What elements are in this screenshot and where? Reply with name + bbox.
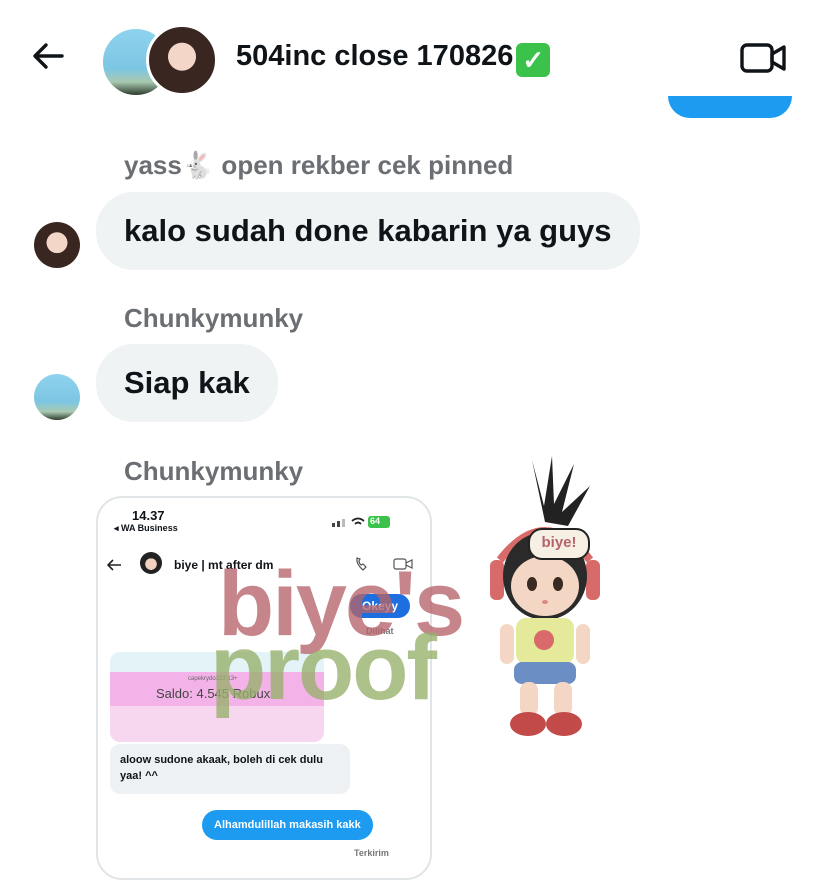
message-sender-name: Chunkymunky bbox=[124, 303, 304, 333]
reply-bubble: Alhamdulillah makasih kakk bbox=[202, 810, 373, 840]
received-message-bubble[interactable]: kalo sudah done kabarin ya guys bbox=[96, 192, 640, 270]
check-mark-emoji: ✓ bbox=[516, 43, 551, 77]
status-time: 14.37 bbox=[132, 508, 165, 523]
message-sender-name: yass🐇 open rekber cek pinned bbox=[124, 150, 514, 180]
message-sender-name: Chunkymunky bbox=[124, 456, 304, 486]
received-bubble: aloow sudone akaak, boleh di cek dulu ya… bbox=[110, 744, 350, 794]
back-arrow-icon[interactable] bbox=[28, 36, 68, 76]
conversation-title[interactable]: 504inc close 170826 ✓ bbox=[236, 40, 551, 77]
sender-avatar[interactable] bbox=[34, 374, 80, 420]
previous-sent-bubble[interactable] bbox=[668, 96, 792, 118]
status-carrier: ◂ WA Business bbox=[114, 523, 178, 533]
battery-level: 64 bbox=[370, 516, 381, 526]
character-sticker bbox=[490, 456, 600, 736]
video-call-icon[interactable] bbox=[740, 42, 786, 74]
chat-avatar bbox=[140, 552, 162, 574]
back-arrow-icon bbox=[106, 559, 121, 571]
watermark-line-2: proof bbox=[210, 617, 437, 719]
sent-status: Terkirim bbox=[354, 848, 389, 858]
sender-avatar[interactable] bbox=[34, 222, 80, 268]
received-message-bubble[interactable]: Siap kak bbox=[96, 344, 278, 422]
sticker-label: biye! bbox=[528, 528, 590, 560]
signal-wifi-battery-icon bbox=[332, 516, 390, 528]
group-avatar-person[interactable] bbox=[146, 24, 218, 96]
